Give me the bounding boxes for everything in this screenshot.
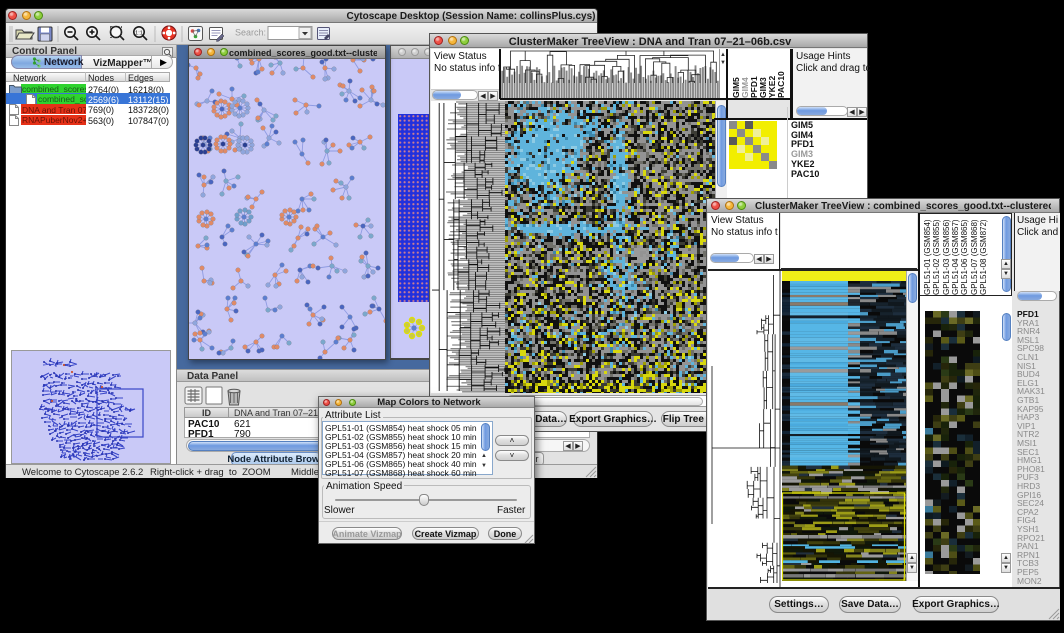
svg-text:1:1: 1:1 [135, 31, 143, 37]
svg-text:Search:: Search: [235, 28, 266, 38]
